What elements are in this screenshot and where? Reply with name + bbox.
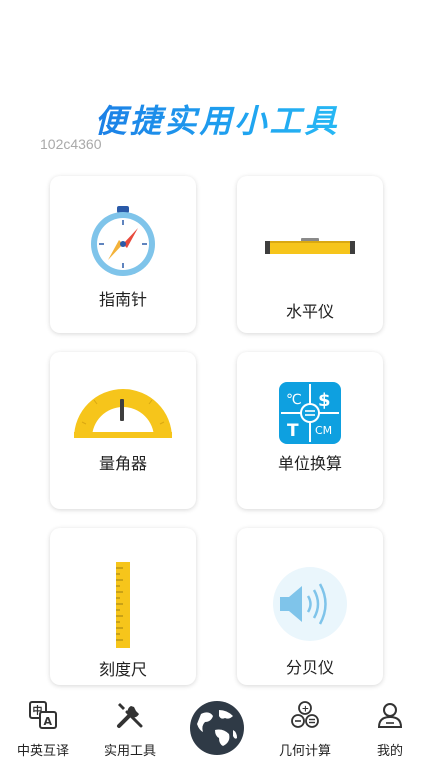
- tool-label-ruler: 刻度尺: [98, 660, 147, 679]
- ruler-icon: [50, 562, 196, 648]
- nav-label-profile: 我的: [376, 744, 403, 759]
- svg-text:+: +: [302, 705, 310, 715]
- tools-icon: [115, 700, 145, 734]
- tool-card-spirit-level[interactable]: 水平仪: [237, 176, 383, 333]
- unit-conversion-icon: ℃ $ T CM: [237, 382, 383, 444]
- decibel-meter-icon: [237, 566, 383, 642]
- protractor-icon: [50, 382, 196, 440]
- svg-text:T: T: [287, 421, 299, 441]
- spirit-level-icon: [237, 238, 383, 258]
- bottom-navigation: 中 A 中英互译 实用工具 + 几何计算 我的: [0, 692, 434, 772]
- tool-card-ruler[interactable]: 刻度尺: [50, 528, 196, 685]
- tool-label-unit-conversion: 单位换算: [277, 454, 342, 473]
- tool-card-unit-conversion[interactable]: ℃ $ T CM 单位换算: [237, 352, 383, 509]
- translate-icon: 中 A: [28, 700, 58, 734]
- svg-text:℃: ℃: [286, 392, 302, 408]
- geometry-icon: +: [290, 700, 320, 734]
- nav-label-translate: 中英互译: [16, 744, 69, 759]
- tool-label-compass: 指南针: [98, 290, 147, 309]
- tool-card-decibel-meter[interactable]: 分贝仪: [237, 528, 383, 685]
- tool-card-protractor[interactable]: 量角器: [50, 352, 196, 509]
- nav-label-geometry: 几何计算: [278, 744, 331, 759]
- profile-icon: [375, 700, 405, 734]
- nav-item-globe[interactable]: [188, 692, 246, 772]
- nav-label-tools: 实用工具: [103, 744, 156, 759]
- tool-card-compass[interactable]: 指南针: [50, 176, 196, 333]
- nav-item-translate[interactable]: 中 A 中英互译: [6, 692, 80, 772]
- svg-text:$: $: [318, 390, 331, 411]
- nav-item-profile[interactable]: 我的: [358, 692, 422, 772]
- build-id-text: 102c4360: [40, 136, 102, 152]
- svg-text:CM: CM: [315, 424, 332, 437]
- nav-item-tools[interactable]: 实用工具: [93, 692, 167, 772]
- globe-icon: [189, 700, 245, 760]
- tool-label-protractor: 量角器: [98, 454, 147, 473]
- nav-item-geometry[interactable]: + 几何计算: [268, 692, 342, 772]
- svg-text:A: A: [44, 715, 53, 728]
- compass-icon: [50, 206, 196, 278]
- tool-label-spirit-level: 水平仪: [285, 302, 334, 321]
- tool-label-decibel-meter: 分贝仪: [285, 658, 334, 677]
